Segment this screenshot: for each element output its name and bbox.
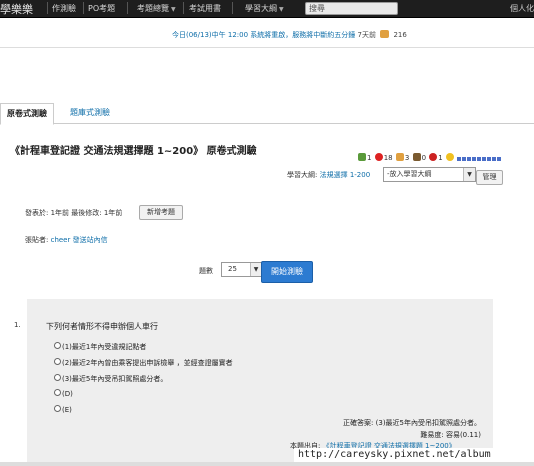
answer-option[interactable]: (3)最近5年內受吊扣駕照處分者。: [54, 374, 167, 384]
outline-select-value: -放入學習大綱: [387, 170, 432, 178]
chevron-down-icon: ▼: [279, 6, 284, 13]
question-text: 下列何者情形不得申辦個人車行: [46, 322, 158, 331]
heart-count: 18: [383, 154, 393, 162]
question-count-value: 25: [228, 265, 237, 273]
radio-icon[interactable]: [54, 358, 61, 365]
divider: [0, 47, 534, 48]
notice-time: 7天前: [357, 31, 376, 39]
option-label: (1)最近1年內受違規記點者: [62, 343, 147, 351]
option-label: (2)最近2年內曾由乘客提出申訴檢舉 ，並經查證屬實者: [62, 359, 233, 367]
nav-item-question-overview[interactable]: 考題總覽 ▼: [137, 3, 176, 14]
answer-option[interactable]: (D): [54, 389, 73, 398]
answer-option[interactable]: (E): [54, 405, 72, 414]
system-notice: 今日(06/13)中午 12:00 系統將重啟，服務將中斷約五分鐘 7天前 21…: [172, 30, 407, 40]
nav-item-post-question[interactable]: PO考題: [88, 3, 115, 14]
outline-link[interactable]: 法規選擇 1-200: [320, 171, 371, 179]
answer-option[interactable]: (1)最近1年內受違規記點者: [54, 342, 146, 352]
question-count-label: 題數: [199, 267, 213, 275]
poster-row: 張貼者: cheer 發送站內信: [25, 235, 108, 245]
chevron-down-icon: ▼: [171, 6, 176, 13]
flag-icon[interactable]: [358, 153, 366, 161]
nav-item-exam-books[interactable]: 考試用書: [189, 3, 221, 14]
thumbs-up-icon[interactable]: [380, 30, 390, 38]
nav-item-study-outline-label: 學習大綱: [245, 4, 277, 13]
thumbs-up-icon[interactable]: [395, 153, 404, 161]
radio-icon[interactable]: [54, 342, 61, 349]
comment-icon[interactable]: [412, 153, 421, 161]
search-input[interactable]: 搜尋: [305, 2, 398, 15]
poster-label: 張貼者:: [25, 236, 49, 244]
option-label: (D): [62, 390, 73, 398]
add-question-button[interactable]: 新增考題: [139, 205, 183, 220]
manage-button[interactable]: 管理: [476, 170, 503, 185]
watermark-text: http://careysky.pixnet.net/album: [294, 448, 534, 462]
nav-item-question-overview-label: 考題總覽: [137, 4, 169, 13]
comment-count: 0: [421, 154, 427, 162]
report-icon[interactable]: [429, 153, 438, 161]
chevron-down-icon: ▼: [250, 263, 261, 276]
tab-original-exam[interactable]: 原卷式測驗: [0, 103, 54, 125]
site-logo[interactable]: 學樂樂: [0, 1, 33, 17]
notice-like-count: 216: [393, 31, 407, 39]
thumbs-count: 3: [404, 154, 410, 162]
difficulty: 難易度: 容易(0.11): [420, 431, 481, 439]
heart-icon[interactable]: [374, 153, 383, 161]
radio-icon[interactable]: [54, 405, 61, 412]
nav-item-study-outline[interactable]: 學習大綱 ▼: [245, 3, 284, 14]
question-count-select[interactable]: 25 ▼: [221, 262, 262, 277]
outline-select[interactable]: -放入學習大綱 ▼: [383, 167, 476, 182]
nav-divider: [47, 2, 48, 14]
start-test-button[interactable]: 開始測驗: [261, 261, 313, 283]
send-message-link[interactable]: 發送站內信: [73, 236, 108, 244]
nav-divider: [127, 2, 128, 14]
option-label: (3)最近5年內受吊扣駕照處分者。: [62, 375, 168, 383]
sun-icon: [445, 153, 454, 161]
chevron-down-icon: ▼: [463, 168, 475, 181]
nav-item-take-test[interactable]: 作測驗: [52, 3, 76, 14]
poster-name-link[interactable]: cheer: [51, 236, 71, 244]
report-count: 1: [438, 154, 443, 162]
tab-bar: 原卷式測驗 題庫式測驗: [0, 103, 534, 125]
outline-label: 學習大綱:: [287, 171, 318, 179]
tab-bank-exam[interactable]: 題庫式測驗: [64, 103, 116, 123]
study-outline-row: 學習大綱: 法規選擇 1-200: [287, 170, 370, 180]
radio-icon[interactable]: [54, 389, 61, 396]
bottom-shadow: [0, 462, 534, 466]
nav-divider: [232, 2, 233, 14]
user-menu[interactable]: 個人化: [510, 3, 534, 14]
rating-bar: [457, 155, 502, 163]
question-number: 1.: [14, 321, 21, 329]
top-nav-bar: 學樂樂 作測驗 PO考題 考題總覽 ▼ 考試用書 學習大綱 ▼ 搜尋 個人化: [0, 0, 534, 18]
nav-divider: [183, 2, 184, 14]
exam-stats: 1 18 3 0 1: [357, 153, 502, 163]
option-label: (E): [62, 406, 72, 414]
flag-count: 1: [367, 154, 372, 162]
nav-divider: [83, 2, 84, 14]
page-title: 《計程車登記證 交通法規選擇題 1~200》 原卷式測驗: [10, 146, 257, 157]
answer-option[interactable]: (2)最近2年內曾由乘客提出申訴檢舉 ，並經查證屬實者: [54, 358, 233, 368]
notice-link[interactable]: 今日(06/13)中午 12:00 系統將重啟，服務將中斷約五分鐘: [172, 31, 355, 39]
post-meta: 發表於: 1年前 最後修改: 1年前: [25, 209, 123, 217]
correct-answer: 正確答案: (3)最近5年內受吊扣駕照處分者。: [343, 419, 481, 427]
radio-icon[interactable]: [54, 374, 61, 381]
